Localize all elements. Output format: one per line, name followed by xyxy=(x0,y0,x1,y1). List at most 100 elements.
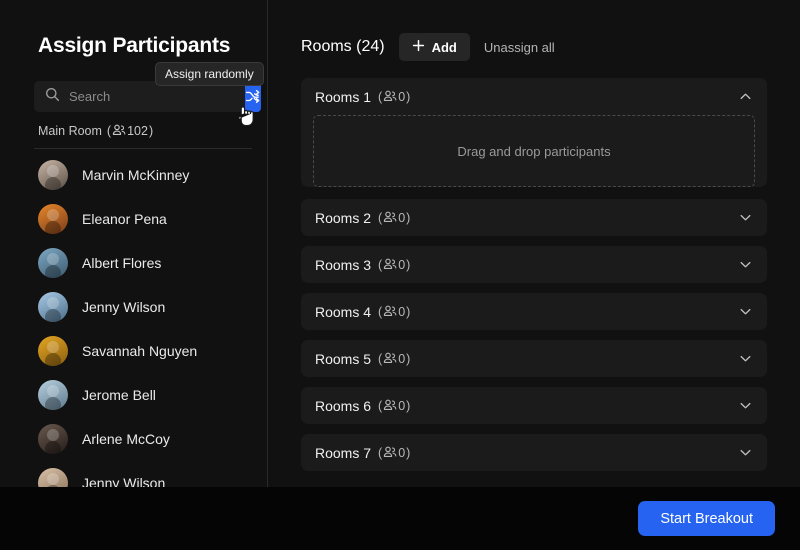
room-count-number: 0 xyxy=(398,351,406,366)
people-icon xyxy=(383,446,397,460)
people-icon xyxy=(383,352,397,366)
room-name: Rooms 6 xyxy=(315,397,372,414)
rooms-header: Rooms (24) Add Unassign all xyxy=(301,33,555,61)
participant-name: Marvin McKinney xyxy=(82,167,190,183)
room-card: Rooms 3 (0) xyxy=(301,246,767,283)
paren-open: ( xyxy=(378,89,383,104)
assign-participants-dialog: Assign Participants Search Assign random… xyxy=(0,0,800,550)
search-input[interactable] xyxy=(69,89,245,104)
list-item[interactable]: Marvin McKinney xyxy=(0,153,267,197)
room-name: Rooms 7 xyxy=(315,444,372,461)
footer-bar: Start Breakout xyxy=(0,487,800,550)
room-header[interactable]: Rooms 1 (0) xyxy=(301,78,767,115)
room-name: Rooms 1 xyxy=(315,88,372,105)
chevron-down-icon[interactable] xyxy=(738,304,753,319)
room-participant-count: (0) xyxy=(378,352,410,366)
paren-open: ( xyxy=(378,398,383,413)
room-count-number: 0 xyxy=(398,210,406,225)
main-room-label: Main Room xyxy=(38,124,102,138)
room-header[interactable]: Rooms 5 (0) xyxy=(301,340,767,377)
unassign-all-button[interactable]: Unassign all xyxy=(484,40,555,55)
participant-name: Albert Flores xyxy=(82,255,162,271)
paren-close: ) xyxy=(406,445,411,460)
participants-panel: Assign Participants Search Assign random… xyxy=(0,0,268,487)
avatar xyxy=(38,292,68,322)
rooms-title: Rooms (24) xyxy=(301,38,385,55)
assign-randomly-tooltip: Assign randomly xyxy=(155,62,264,86)
room-header[interactable]: Rooms 7 (0) xyxy=(301,434,767,471)
paren-close: ) xyxy=(406,398,411,413)
room-count-number: 0 xyxy=(398,398,406,413)
list-item[interactable]: Eleanor Pena xyxy=(0,197,267,241)
people-icon xyxy=(383,305,397,319)
add-room-label: Add xyxy=(431,39,457,55)
chevron-down-icon[interactable] xyxy=(738,445,753,460)
room-card: Rooms 1 (0) Drag and drop participants xyxy=(301,78,767,187)
room-card: Rooms 6 (0) xyxy=(301,387,767,424)
room-header[interactable]: Rooms 2 (0) xyxy=(301,199,767,236)
rooms-panel: Rooms (24) Add Unassign all Rooms 1 (0) Dr… xyxy=(269,0,800,487)
room-header[interactable]: Rooms 4 (0) xyxy=(301,293,767,330)
room-header[interactable]: Rooms 6 (0) xyxy=(301,387,767,424)
avatar xyxy=(38,336,68,366)
room-participant-count: (0) xyxy=(378,446,410,460)
plus-icon xyxy=(412,39,425,55)
avatar xyxy=(38,160,68,190)
main-room-header: Main Room ( 102 ) xyxy=(38,124,252,138)
list-item[interactable]: Savannah Nguyen xyxy=(0,329,267,373)
chevron-down-icon[interactable] xyxy=(738,351,753,366)
paren-close: ) xyxy=(406,257,411,272)
room-card: Rooms 4 (0) xyxy=(301,293,767,330)
paren-close: ) xyxy=(406,210,411,225)
room-participant-count: (0) xyxy=(378,305,410,319)
chevron-down-icon[interactable] xyxy=(738,210,753,225)
panel-divider xyxy=(34,148,252,149)
main-room-number: 102 xyxy=(127,124,148,138)
room-name: Rooms 4 xyxy=(315,303,372,320)
participant-name: Eleanor Pena xyxy=(82,211,167,227)
list-item[interactable]: Jenny Wilson xyxy=(0,461,267,487)
room-card: Rooms 7 (0) xyxy=(301,434,767,471)
room-card: Rooms 2 (0) xyxy=(301,199,767,236)
list-item[interactable]: Jerome Bell xyxy=(0,373,267,417)
main-room-count: ( 102 ) xyxy=(106,124,154,138)
room-count-number: 0 xyxy=(398,304,406,319)
chevron-up-icon[interactable] xyxy=(738,89,753,104)
add-room-button[interactable]: Add xyxy=(398,33,470,61)
people-icon xyxy=(383,258,397,272)
chevron-down-icon[interactable] xyxy=(738,398,753,413)
start-breakout-button[interactable]: Start Breakout xyxy=(638,501,775,536)
room-card: Rooms 5 (0) xyxy=(301,340,767,377)
participant-name: Savannah Nguyen xyxy=(82,343,198,359)
room-participant-count: (0) xyxy=(378,211,410,225)
room-count-number: 0 xyxy=(398,445,406,460)
room-name: Rooms 3 xyxy=(315,256,372,273)
room-count-number: 0 xyxy=(398,257,406,272)
list-item[interactable]: Albert Flores xyxy=(0,241,267,285)
room-participant-count: (0) xyxy=(378,258,410,272)
paren-close: ) xyxy=(406,304,411,319)
participant-name: Arlene McCoy xyxy=(82,431,170,447)
room-name: Rooms 2 xyxy=(315,209,372,226)
people-icon xyxy=(383,399,397,413)
rooms-list: Rooms 1 (0) Drag and drop participants Room… xyxy=(301,78,767,478)
room-participant-count: (0) xyxy=(378,399,410,413)
avatar xyxy=(38,468,68,487)
search-icon xyxy=(45,87,60,107)
list-item[interactable]: Jenny Wilson xyxy=(0,285,267,329)
paren-open: ( xyxy=(378,445,383,460)
chevron-down-icon[interactable] xyxy=(738,257,753,272)
participant-name: Jerome Bell xyxy=(82,387,156,403)
participant-list[interactable]: Marvin McKinney Eleanor Pena Albert Flores… xyxy=(0,153,267,487)
drop-zone[interactable]: Drag and drop participants xyxy=(313,115,755,187)
page-title: Assign Participants xyxy=(38,34,231,57)
paren-open: ( xyxy=(378,210,383,225)
paren-open: ( xyxy=(378,257,383,272)
room-header[interactable]: Rooms 3 (0) xyxy=(301,246,767,283)
avatar xyxy=(38,204,68,234)
list-item[interactable]: Arlene McCoy xyxy=(0,417,267,461)
avatar xyxy=(38,424,68,454)
people-icon xyxy=(383,90,397,104)
participant-name: Jenny Wilson xyxy=(82,475,166,487)
paren-close: ) xyxy=(406,351,411,366)
